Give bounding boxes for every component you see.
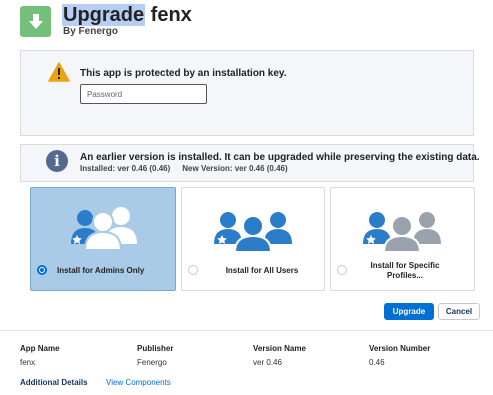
tab-view-components[interactable]: View Components	[106, 378, 171, 387]
specific-profiles-icon	[363, 212, 441, 252]
value-app-name: fenx	[20, 358, 36, 367]
page-title: Upgrade fenx	[62, 4, 192, 27]
option-label-all-users: Install for All Users	[225, 266, 299, 275]
header-publisher: Publisher	[137, 344, 174, 353]
upgrade-button[interactable]: Upgrade	[384, 303, 434, 320]
header-version-number: Version Number	[369, 344, 431, 353]
value-version-number: 0.46	[369, 358, 385, 367]
value-publisher: Fenergo	[137, 358, 167, 367]
installation-key-message: This app is protected by an installation…	[80, 68, 287, 79]
admins-users-icon	[71, 207, 137, 251]
install-option-all-users[interactable]: Install for All Users	[181, 187, 325, 291]
version-info-panel	[20, 144, 474, 182]
new-version: New Version: ver 0.46 (0.46)	[182, 164, 288, 173]
version-details: Installed: ver 0.46 (0.46) New Version: v…	[80, 164, 288, 173]
info-icon: i	[46, 150, 68, 172]
app-logo-icon	[20, 6, 51, 37]
download-arrow-icon	[28, 13, 43, 29]
option-label-specific-profiles: Install for Specific Profiles...	[370, 261, 440, 280]
radio-admins-only[interactable]	[37, 265, 47, 275]
radio-all-users[interactable]	[188, 265, 198, 275]
all-users-icon	[214, 212, 292, 252]
option-label-admins: Install for Admins Only	[57, 266, 145, 275]
publisher-line: By Fenergo	[63, 26, 119, 37]
password-input[interactable]	[80, 84, 207, 104]
radio-specific-profiles[interactable]	[337, 265, 347, 275]
header-version-name: Version Name	[253, 344, 306, 353]
tab-additional-details[interactable]: Additional Details	[20, 378, 88, 387]
warning-icon	[48, 62, 70, 87]
value-version-name: ver 0.46	[253, 358, 282, 367]
version-message: An earlier version is installed. It can …	[80, 152, 480, 163]
title-highlight: Upgrade	[62, 4, 146, 26]
header-app-name: App Name	[20, 344, 60, 353]
divider	[0, 330, 493, 331]
installed-version: Installed: ver 0.46 (0.46)	[80, 164, 171, 173]
install-option-admins[interactable]: Install for Admins Only	[30, 187, 176, 291]
title-app-name: fenx	[145, 4, 192, 26]
cancel-button[interactable]: Cancel	[438, 303, 480, 320]
install-option-specific-profiles[interactable]: Install for Specific Profiles...	[330, 187, 475, 291]
